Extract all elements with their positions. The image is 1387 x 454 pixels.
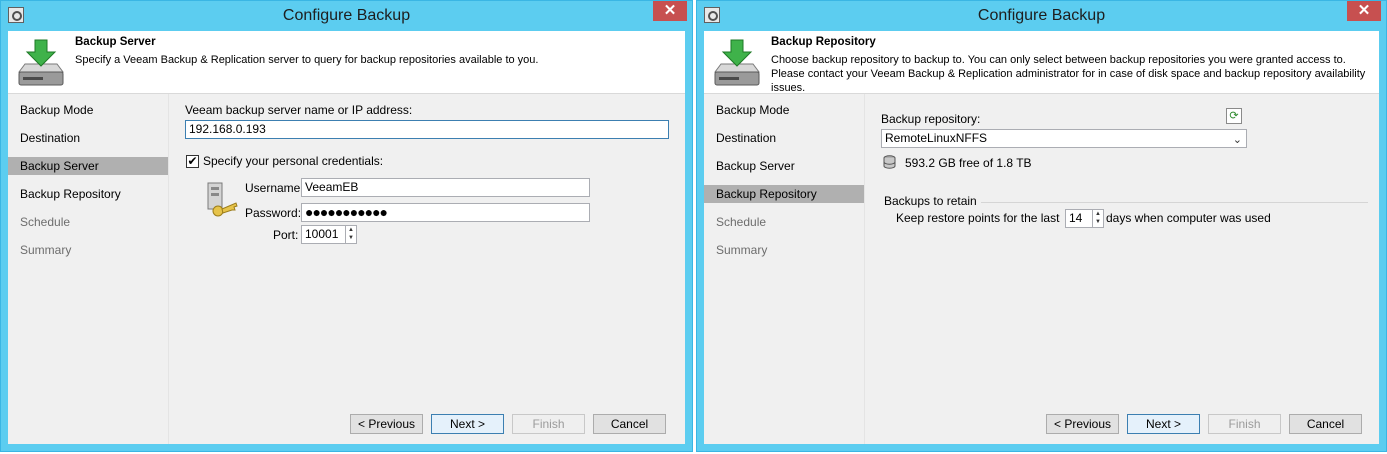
download-drive-icon <box>714 39 760 86</box>
step-destination[interactable]: Destination <box>704 129 864 147</box>
wizard-header: Backup Server Specify a Veeam Backup & R… <box>8 31 685 94</box>
group-divider <box>981 202 1368 203</box>
window-title: Configure Backup <box>282 7 411 24</box>
server-label: Veeam backup server name or IP address: <box>185 103 413 117</box>
header-description: Specify a Veeam Backup & Replication ser… <box>75 54 539 66</box>
user-key-icon <box>207 182 238 217</box>
header-description: Choose backup repository to backup to. Y… <box>771 54 1366 94</box>
step-backup-mode[interactable]: Backup Mode <box>704 101 864 119</box>
next-button[interactable]: Next > <box>1127 414 1200 434</box>
refresh-icon[interactable]: ⟳ <box>1226 108 1242 124</box>
window-title: Configure Backup <box>977 7 1106 24</box>
step-backup-server[interactable]: Backup Server <box>8 157 168 175</box>
step-content: Veeam backup server name or IP address: … <box>169 94 685 444</box>
cancel-button[interactable]: Cancel <box>1289 414 1362 434</box>
step-content: Backup repository: ⟳ RemoteLinuxNFFS ⌄ 5… <box>865 94 1379 444</box>
dialog-client: Backup Repository Choose backup reposito… <box>704 31 1379 444</box>
spin-down-icon[interactable]: ▼ <box>346 234 356 242</box>
retain-group-title: Backups to retain <box>884 194 977 208</box>
port-label: Port: <box>273 228 299 242</box>
repository-label: Backup repository: <box>881 112 981 126</box>
spin-down-icon[interactable]: ▼ <box>1093 218 1103 226</box>
dialog-client: Backup Server Specify a Veeam Backup & R… <box>8 31 685 444</box>
keep-points-label: Keep restore points for the last <box>896 211 1060 225</box>
wizard-steps: Backup Mode Destination Backup Server Ba… <box>8 94 169 444</box>
finish-button: Finish <box>1208 414 1281 434</box>
repository-value: RemoteLinuxNFFS <box>885 131 988 145</box>
step-backup-repository[interactable]: Backup Repository <box>704 185 864 203</box>
step-backup-server[interactable]: Backup Server <box>704 157 864 175</box>
step-summary: Summary <box>716 243 768 257</box>
configure-backup-window-left: Configure Backup ✕ Backup Server Specify… <box>0 0 693 452</box>
spin-up-icon[interactable]: ▲ <box>346 226 356 234</box>
finish-button: Finish <box>512 414 585 434</box>
spin-up-icon[interactable]: ▲ <box>1093 210 1103 218</box>
step-schedule: Schedule <box>20 215 71 229</box>
restore-points-spin-buttons[interactable]: ▲ ▼ <box>1092 210 1103 227</box>
port-value: 10001 <box>305 227 339 241</box>
username-label: Username: <box>245 181 304 195</box>
password-input[interactable]: ●●●●●●●●●●● <box>301 203 590 222</box>
header-title: Backup Server <box>75 36 156 48</box>
username-input[interactable]: VeeamEB <box>301 178 590 197</box>
step-schedule: Schedule <box>716 215 767 229</box>
configure-backup-window-right: Configure Backup ✕ Backup Repository Cho… <box>696 0 1387 452</box>
free-space-text: 593.2 GB free of 1.8 TB <box>905 156 1032 170</box>
previous-button[interactable]: < Previous <box>1046 414 1119 434</box>
step-summary: Summary <box>20 243 72 257</box>
credentials-checkbox[interactable]: ✔ <box>186 155 199 168</box>
server-address-input[interactable]: 192.168.0.193 <box>185 120 669 139</box>
title-bar[interactable]: Configure Backup ✕ <box>697 1 1386 31</box>
wizard-steps: Backup Mode Destination Backup Server Ba… <box>704 94 865 444</box>
header-title: Backup Repository <box>771 36 876 48</box>
restore-points-value: 14 <box>1069 211 1083 225</box>
wizard-header: Backup Repository Choose backup reposito… <box>704 31 1379 94</box>
close-button[interactable]: ✕ <box>653 1 687 21</box>
step-backup-repository[interactable]: Backup Repository <box>8 185 168 203</box>
previous-button[interactable]: < Previous <box>350 414 423 434</box>
download-drive-icon <box>18 39 64 86</box>
port-spin-buttons[interactable]: ▲ ▼ <box>345 226 356 243</box>
restore-points-stepper[interactable]: 14 ▲ ▼ <box>1065 209 1104 228</box>
port-stepper[interactable]: 10001 ▲ ▼ <box>301 225 357 244</box>
password-label: Password: <box>245 206 302 220</box>
days-suffix-label: days when computer was used <box>1106 211 1271 225</box>
database-icon <box>883 155 896 169</box>
step-destination[interactable]: Destination <box>8 129 168 147</box>
chevron-down-icon[interactable]: ⌄ <box>1233 132 1242 149</box>
step-backup-mode[interactable]: Backup Mode <box>8 101 168 119</box>
cancel-button[interactable]: Cancel <box>593 414 666 434</box>
repository-select[interactable]: RemoteLinuxNFFS ⌄ <box>881 129 1247 148</box>
title-bar[interactable]: Configure Backup ✕ <box>1 1 692 31</box>
credentials-label: Specify your personal credentials: <box>203 154 384 168</box>
next-button[interactable]: Next > <box>431 414 504 434</box>
close-button[interactable]: ✕ <box>1347 1 1381 21</box>
